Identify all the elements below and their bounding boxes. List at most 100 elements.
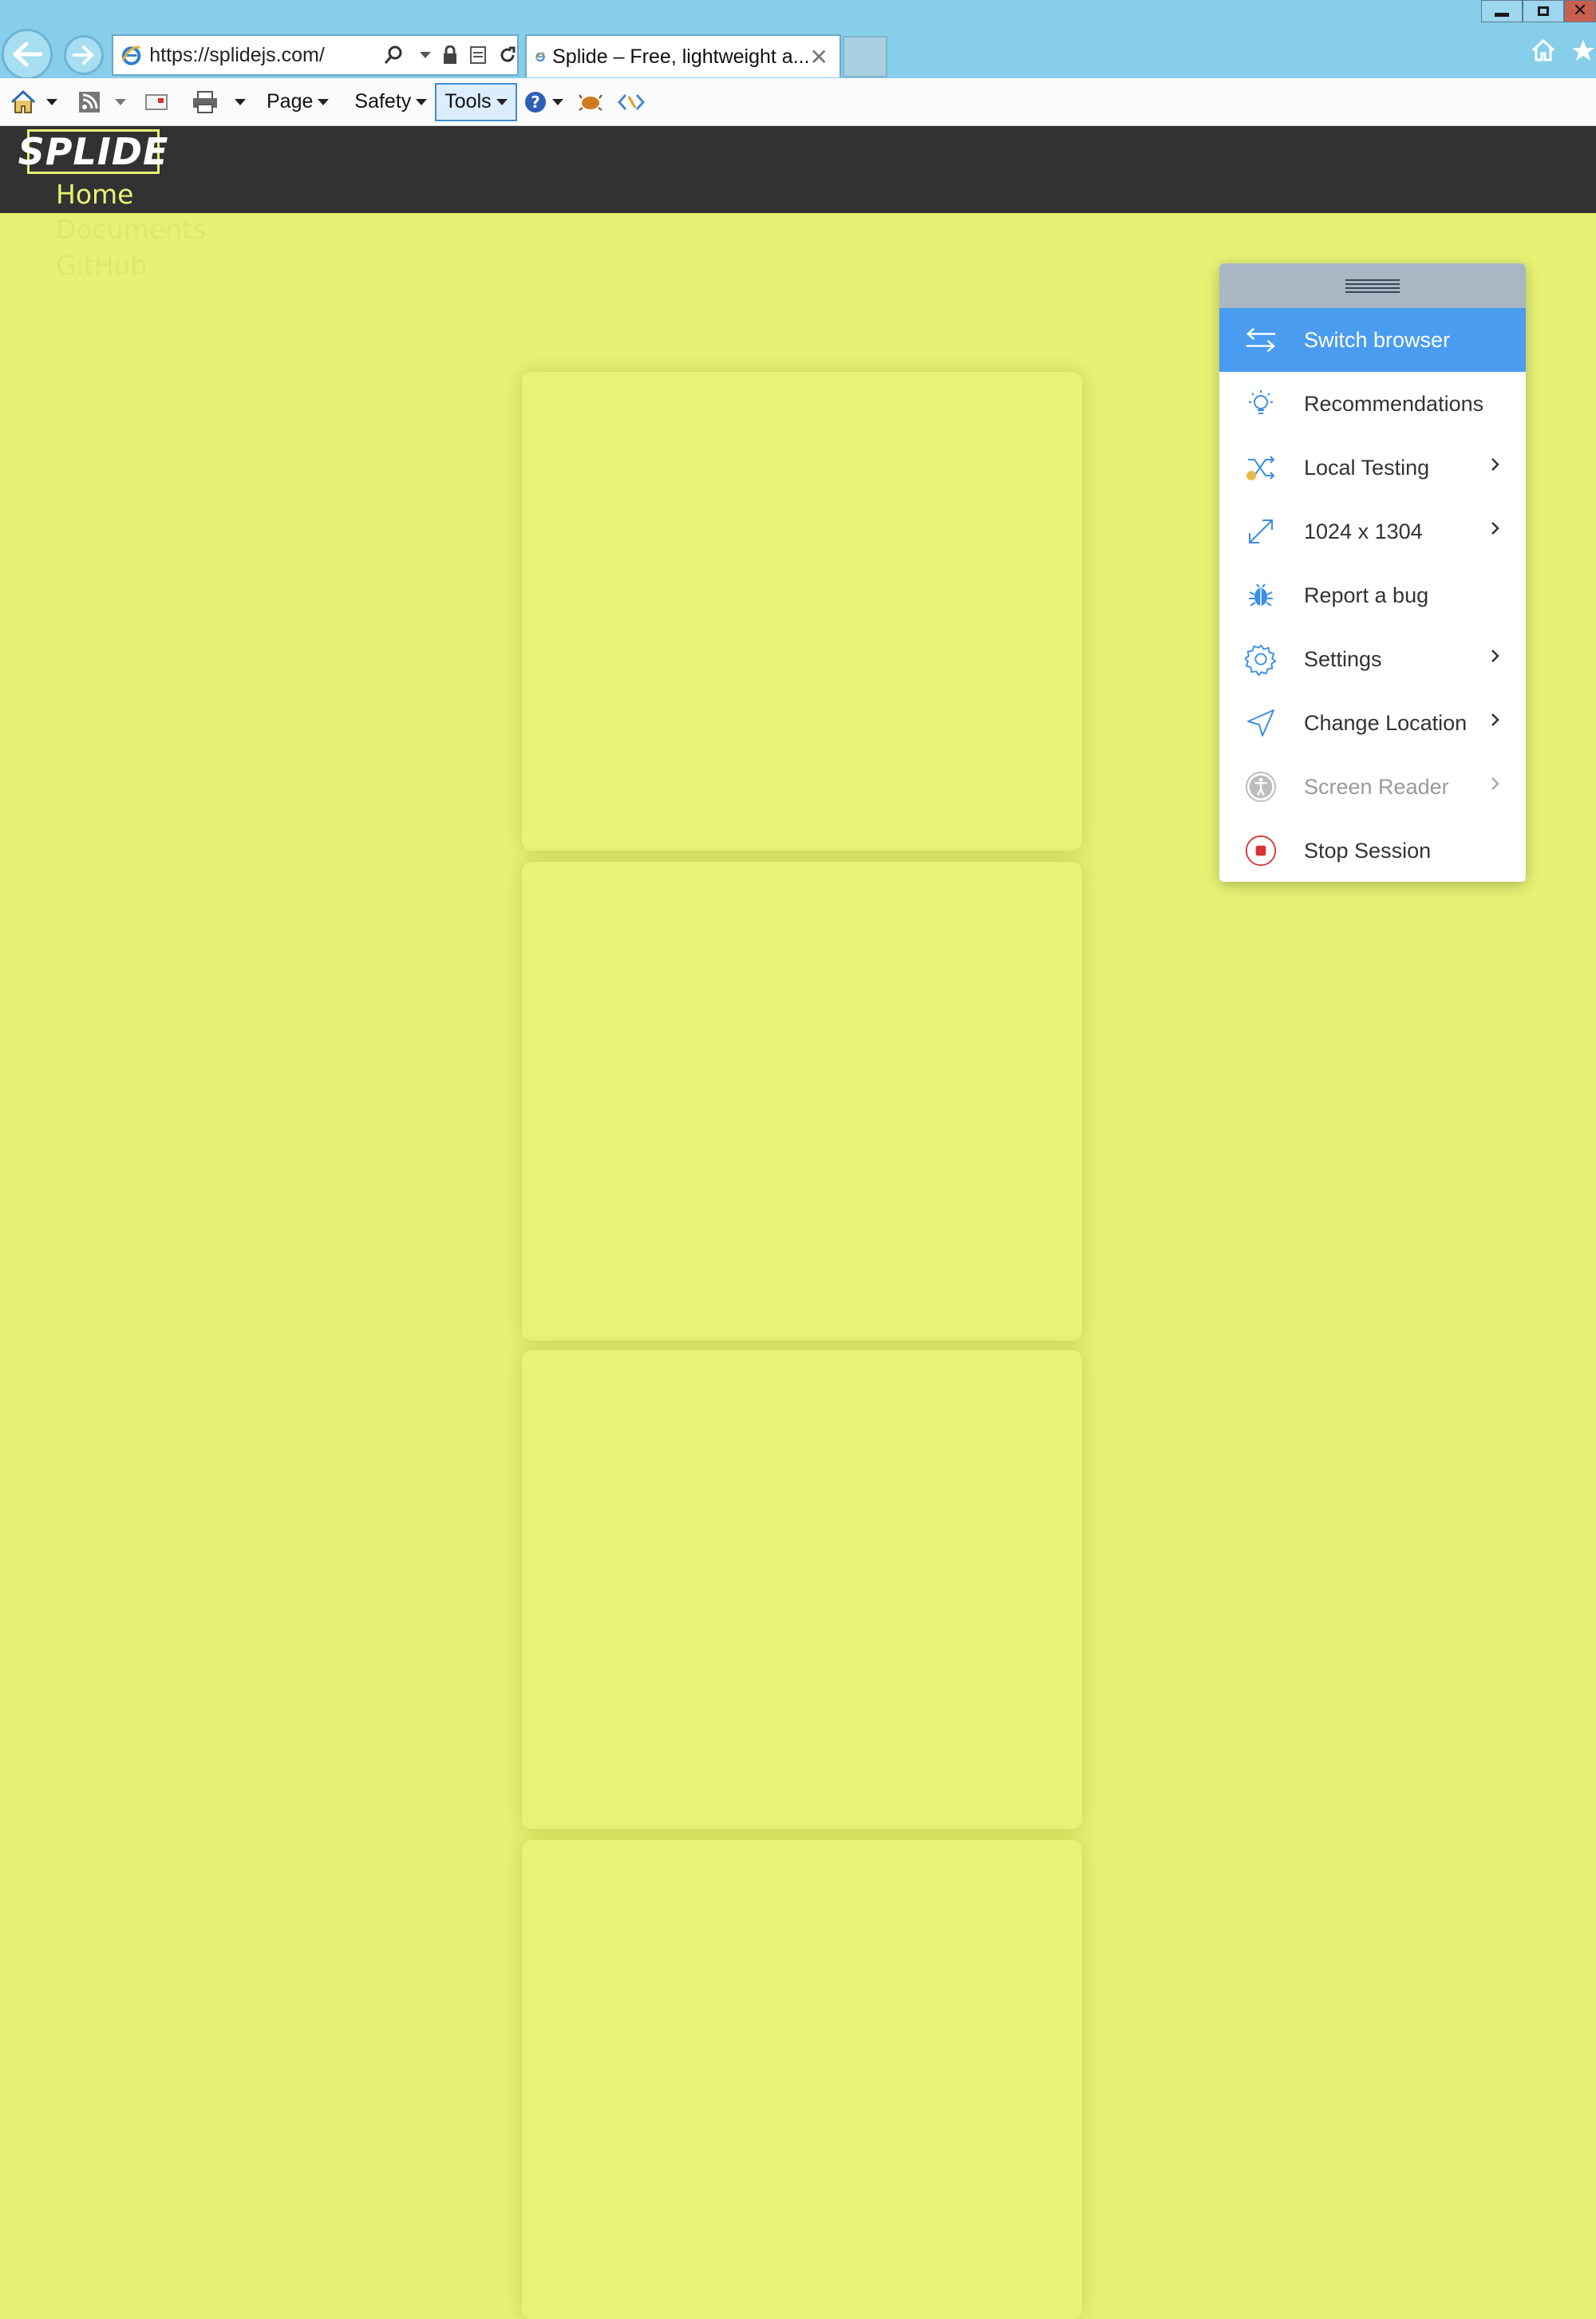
menu-item-label: Report a bug: [1304, 583, 1429, 607]
page-dropdown-icon: [318, 98, 330, 105]
chevron-right-icon: [1491, 713, 1499, 726]
minimize-icon: [1495, 12, 1509, 17]
stop-icon: [1245, 835, 1277, 867]
print-dropdown-icon[interactable]: [235, 98, 246, 105]
menu-item-label: Change Location: [1304, 710, 1468, 735]
menu-item-stop-session[interactable]: Stop Session: [1219, 819, 1526, 882]
slide-card[interactable]: [522, 1840, 1082, 2319]
shuffle-icon: [1245, 452, 1277, 484]
mail-command[interactable]: [145, 93, 168, 112]
help-menu[interactable]: ?: [523, 90, 563, 114]
slide-card[interactable]: [522, 1350, 1082, 1829]
site-logo[interactable]: SPLIDE: [18, 129, 168, 174]
search-dropdown-icon[interactable]: [420, 52, 431, 58]
menu-item-resolution[interactable]: 1024 x 1304: [1219, 500, 1526, 563]
menu-item-recommendations[interactable]: Recommendations: [1219, 372, 1526, 436]
devtools-button[interactable]: [617, 92, 645, 113]
mail-icon: [145, 93, 168, 110]
command-bar: Page Safety Tools ?: [0, 78, 1596, 126]
chevron-right-icon: [1491, 650, 1499, 662]
print-command[interactable]: [192, 90, 246, 114]
resize-icon: [1245, 516, 1277, 547]
home-dropdown-icon[interactable]: [46, 98, 57, 105]
restore-icon: [1538, 6, 1549, 16]
chevron-right-icon: [1491, 522, 1499, 535]
tab-title: Splide – Free, lightweight a...: [552, 45, 810, 68]
tools-dropdown-icon: [496, 98, 508, 105]
page-menu[interactable]: Page: [267, 90, 330, 113]
address-bar[interactable]: https://splidejs.com/: [112, 34, 519, 76]
bug-addon-icon: [578, 93, 602, 111]
lock-icon[interactable]: [442, 45, 458, 65]
window-controls: ✕: [1481, 0, 1596, 24]
restore-button[interactable]: [1523, 0, 1564, 22]
accessibility-icon: [1245, 771, 1277, 803]
devtools-icon: [617, 93, 645, 110]
nav-link-home[interactable]: Home: [56, 179, 133, 210]
menu-drag-handle[interactable]: [1219, 263, 1526, 308]
chevron-right-icon: [1491, 458, 1499, 471]
location-arrow-icon: [1245, 707, 1277, 739]
help-icon: ?: [524, 91, 546, 113]
site-header: [0, 126, 1596, 213]
menu-item-report-bug[interactable]: Report a bug: [1219, 563, 1526, 627]
chevron-right-icon: [1491, 777, 1499, 790]
forward-button[interactable]: [64, 35, 104, 75]
menu-item-change-location[interactable]: Change Location: [1219, 691, 1526, 755]
lightbulb-icon: [1245, 388, 1277, 420]
back-arrow-icon: [13, 41, 42, 67]
new-tab-button[interactable]: [843, 36, 887, 77]
menu-item-settings[interactable]: Settings: [1219, 627, 1526, 691]
bug-icon: [1245, 579, 1277, 611]
menu-item-screen-reader: Screen Reader: [1219, 755, 1526, 819]
refresh-icon[interactable]: [498, 45, 517, 65]
tools-menu[interactable]: Tools: [435, 82, 517, 121]
close-tab-icon[interactable]: ✕: [810, 44, 828, 70]
gear-icon: [1245, 643, 1277, 676]
safety-menu[interactable]: Safety: [354, 90, 428, 113]
browser-right-icons: [1531, 38, 1596, 62]
slide-card[interactable]: [522, 372, 1082, 851]
browser-tab[interactable]: Splide – Free, lightweight a... ✕: [525, 34, 841, 77]
rss-feed-icon: [79, 91, 100, 113]
home-command[interactable]: [10, 89, 57, 115]
browser-titlebar: ✕ https://splidejs.com/ Splide – Free, l…: [0, 0, 1596, 80]
tools-menu-label: Tools: [444, 90, 492, 113]
menu-item-switch-browser[interactable]: Switch browser: [1219, 308, 1526, 372]
safety-menu-label: Safety: [354, 90, 412, 113]
search-icon[interactable]: [383, 45, 404, 65]
menu-item-label: Stop Session: [1304, 838, 1432, 863]
home-icon[interactable]: [1531, 38, 1556, 62]
menu-item-local-testing[interactable]: Local Testing: [1219, 436, 1526, 500]
ie-logo-icon: [535, 52, 545, 62]
menu-item-label: Recommendations: [1304, 391, 1484, 416]
feeds-command[interactable]: [78, 91, 126, 113]
back-button[interactable]: [2, 29, 53, 80]
menu-item-label: Switch browser: [1304, 327, 1451, 352]
minimize-button[interactable]: [1481, 0, 1523, 22]
print-icon: [193, 90, 217, 113]
drag-handle-icon: [1345, 279, 1400, 293]
close-icon: ✕: [1572, 1, 1588, 21]
nav-link-documents[interactable]: Documents: [56, 214, 206, 245]
svg-text:?: ?: [531, 93, 540, 112]
feeds-dropdown-icon[interactable]: [115, 98, 126, 105]
switch-arrows-icon: [1245, 324, 1277, 356]
compatibility-icon[interactable]: [469, 45, 487, 65]
help-dropdown-icon: [551, 98, 563, 105]
safety-dropdown-icon: [416, 98, 428, 105]
page-menu-label: Page: [267, 90, 314, 113]
menu-item-label: Local Testing: [1304, 455, 1430, 480]
menu-item-label: Screen Reader: [1304, 774, 1449, 799]
home-icon: [10, 89, 36, 113]
menu-item-label: 1024 x 1304: [1304, 519, 1423, 543]
url-text[interactable]: https://splidejs.com/: [149, 44, 375, 67]
favorites-star-icon[interactable]: [1570, 38, 1596, 62]
forward-arrow-icon: [73, 45, 93, 65]
close-window-button[interactable]: ✕: [1564, 0, 1596, 22]
nav-link-github[interactable]: GitHub: [56, 250, 147, 281]
ie-logo-icon: [121, 45, 141, 65]
slide-card[interactable]: [522, 862, 1082, 1341]
addon-bug-button[interactable]: [578, 92, 603, 113]
menu-item-label: Settings: [1304, 646, 1382, 671]
